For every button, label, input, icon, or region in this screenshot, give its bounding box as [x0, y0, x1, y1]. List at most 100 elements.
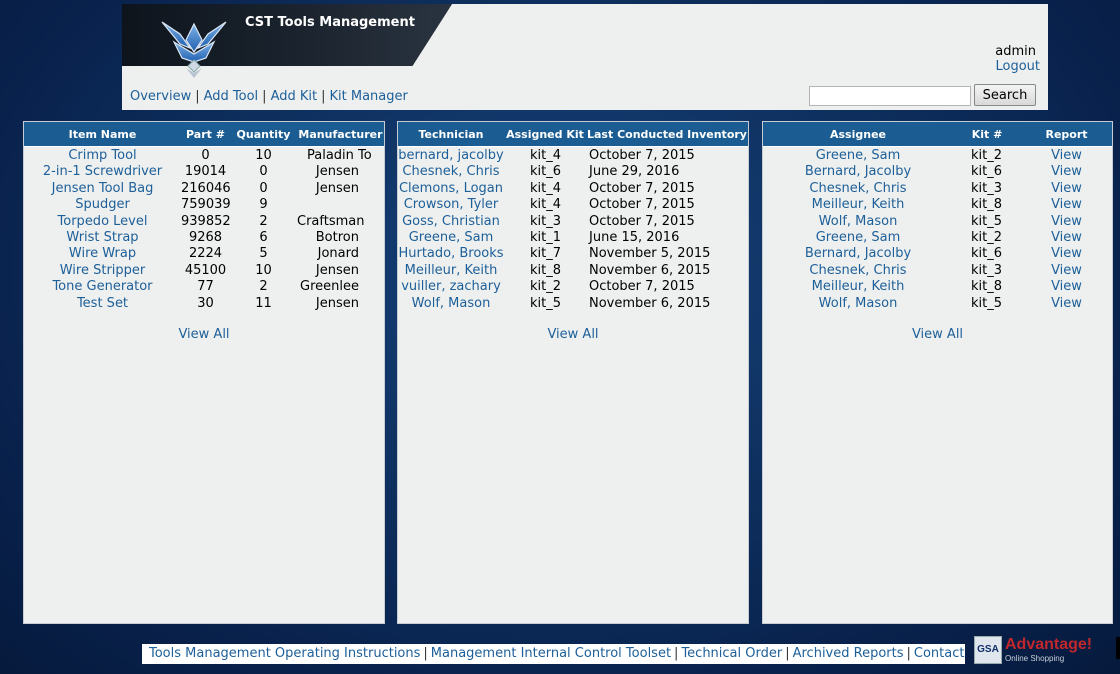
technician-link[interactable]: Hurtado, Brooks: [398, 246, 504, 262]
technician-link[interactable]: vuiller, zachary: [398, 279, 504, 295]
footer-operating-instructions-link[interactable]: Tools Management Operating Instructions: [149, 646, 420, 661]
tool-name-link[interactable]: Tone Generator: [24, 279, 181, 295]
assignees-panel: Assignee Kit # Report Greene, Sam kit_2 Vi…: [762, 121, 1113, 624]
tools-table-header: Item Name Part # Quantity Manufacturer: [24, 122, 384, 147]
tool-part-number: 9268: [188, 229, 223, 245]
assigned-kit: kit_4: [530, 197, 562, 213]
assignee-link[interactable]: Wolf, Mason: [763, 214, 953, 230]
assignee-link[interactable]: Meilleur, Keith: [763, 279, 953, 295]
last-inventory-date: June 29, 2016: [589, 164, 680, 180]
search-button[interactable]: Search: [974, 84, 1036, 106]
tool-name-link[interactable]: Test Set: [24, 296, 181, 312]
column-header-quantity: Quantity: [236, 127, 291, 141]
search-input[interactable]: [809, 86, 971, 106]
tech-view-all-link[interactable]: View All: [547, 327, 598, 342]
report-view-link[interactable]: View: [1021, 164, 1112, 180]
assignee-link[interactable]: Bernard, Jacolby: [763, 164, 953, 180]
assigned-kit: kit_8: [530, 262, 562, 278]
tool-quantity: 9: [259, 197, 268, 213]
tool-quantity: 0: [259, 180, 268, 196]
tool-name-link[interactable]: Wire Stripper: [24, 263, 181, 279]
report-view-link[interactable]: View: [1021, 197, 1112, 213]
footer-technical-order-link[interactable]: Technical Order: [681, 646, 782, 661]
tool-name-link[interactable]: Wrist Strap: [24, 230, 181, 246]
assignee-link[interactable]: Meilleur, Keith: [763, 197, 953, 213]
assignee-link[interactable]: Greene, Sam: [763, 230, 953, 246]
nav-kit-manager-link[interactable]: Kit Manager: [330, 89, 408, 104]
table-row: Chesnek, Chris kit_3 View: [763, 263, 1112, 279]
nav-overview-link[interactable]: Overview: [130, 89, 191, 104]
tool-manufacturer: Jensen: [315, 262, 359, 278]
air-force-wings-icon: [161, 21, 227, 78]
tool-part-number: 30: [197, 295, 214, 311]
tool-name-link[interactable]: Torpedo Level: [24, 214, 181, 230]
technician-link[interactable]: Clemons, Logan: [398, 181, 504, 197]
technician-link[interactable]: Wolf, Mason: [398, 296, 504, 312]
table-row: 2-in-1 Screwdriver 19014 0 Jensen: [24, 164, 384, 180]
last-inventory-date: June 15, 2016: [589, 229, 680, 245]
tool-part-number: 0: [201, 148, 210, 163]
last-inventory-date: November 6, 2015: [589, 262, 711, 278]
technician-link[interactable]: Greene, Sam: [398, 230, 504, 246]
tool-name-link[interactable]: Crimp Tool: [24, 148, 181, 164]
footer-archived-reports-link[interactable]: Archived Reports: [793, 646, 904, 661]
tools-panel: Item Name Part # Quantity Manufacturer C…: [23, 121, 385, 624]
assigned-kit: kit_1: [530, 229, 562, 245]
assignee-link[interactable]: Chesnek, Chris: [763, 263, 953, 279]
tech-table-body: bernard, jacolby kit_4 October 7, 2015 Ches…: [398, 147, 748, 312]
tool-part-number: 2224: [188, 246, 223, 262]
report-view-link[interactable]: View: [1021, 181, 1112, 197]
report-view-link[interactable]: View: [1021, 214, 1112, 230]
assignee-link[interactable]: Chesnek, Chris: [763, 181, 953, 197]
tool-manufacturer: Craftsman: [297, 213, 365, 229]
assign-table-header: Assignee Kit # Report: [763, 122, 1112, 147]
logout-link[interactable]: Logout: [995, 59, 1040, 74]
column-header-part-number: Part #: [186, 127, 225, 141]
kit-number: kit_6: [971, 246, 1003, 262]
tool-name-link[interactable]: Wire Wrap: [24, 246, 181, 262]
report-view-link[interactable]: View: [1021, 246, 1112, 262]
assigned-kit: kit_6: [530, 164, 562, 180]
tool-name-link[interactable]: 2-in-1 Screwdriver: [24, 164, 181, 180]
nav-add-kit-link[interactable]: Add Kit: [271, 89, 318, 104]
edge-mark: [1116, 637, 1120, 659]
table-row: Meilleur, Keith kit_8 View: [763, 279, 1112, 295]
tool-name-link[interactable]: Spudger: [24, 197, 181, 213]
footer-internal-control-link[interactable]: Management Internal Control Toolset: [431, 646, 671, 661]
kit-number: kit_8: [971, 197, 1003, 213]
report-view-link[interactable]: View: [1021, 296, 1112, 312]
column-header-technician: Technician: [418, 127, 484, 141]
assignee-link[interactable]: Greene, Sam: [763, 148, 953, 164]
technician-link[interactable]: bernard, jacolby: [398, 148, 504, 164]
footer-contact-link[interactable]: Contact: [914, 646, 965, 661]
technician-link[interactable]: Crowson, Tyler: [398, 197, 504, 213]
last-inventory-date: October 7, 2015: [589, 213, 695, 229]
tool-name-link[interactable]: Jensen Tool Bag: [24, 181, 181, 197]
table-row: Bernard, Jacolby kit_6 View: [763, 246, 1112, 262]
technician-link[interactable]: Goss, Christian: [398, 214, 504, 230]
assigned-kit: kit_2: [530, 279, 562, 295]
report-view-link[interactable]: View: [1021, 148, 1112, 164]
technician-link[interactable]: Chesnek, Chris: [398, 164, 504, 180]
tools-view-all-link[interactable]: View All: [178, 327, 229, 342]
table-row: Crowson, Tyler kit_4 October 7, 2015: [398, 197, 748, 213]
tools-table-body: Crimp Tool 0 10 Paladin To 2-in-1 Screwdrive…: [24, 147, 384, 312]
last-inventory-date: October 7, 2015: [589, 197, 695, 213]
assignee-link[interactable]: Wolf, Mason: [763, 296, 953, 312]
tool-manufacturer: Jensen: [315, 295, 359, 311]
tool-manufacturer: Botron: [315, 229, 359, 245]
tool-part-number: 77: [197, 279, 214, 295]
report-view-link[interactable]: View: [1021, 230, 1112, 246]
report-view-link[interactable]: View: [1021, 263, 1112, 279]
nav-add-tool-link[interactable]: Add Tool: [204, 89, 259, 104]
last-inventory-date: November 5, 2015: [589, 246, 711, 262]
technician-link[interactable]: Meilleur, Keith: [398, 263, 504, 279]
gsa-advantage-badge[interactable]: GSA Advantage! Online Shopping: [972, 636, 1104, 668]
column-header-last-inventory: Last Conducted Inventory: [587, 127, 747, 141]
kit-number: kit_3: [971, 180, 1003, 196]
assign-view-all-link[interactable]: View All: [912, 327, 963, 342]
table-row: Meilleur, Keith kit_8 View: [763, 197, 1112, 213]
assignee-link[interactable]: Bernard, Jacolby: [763, 246, 953, 262]
report-view-link[interactable]: View: [1021, 279, 1112, 295]
table-row: Greene, Sam kit_2 View: [763, 230, 1112, 246]
